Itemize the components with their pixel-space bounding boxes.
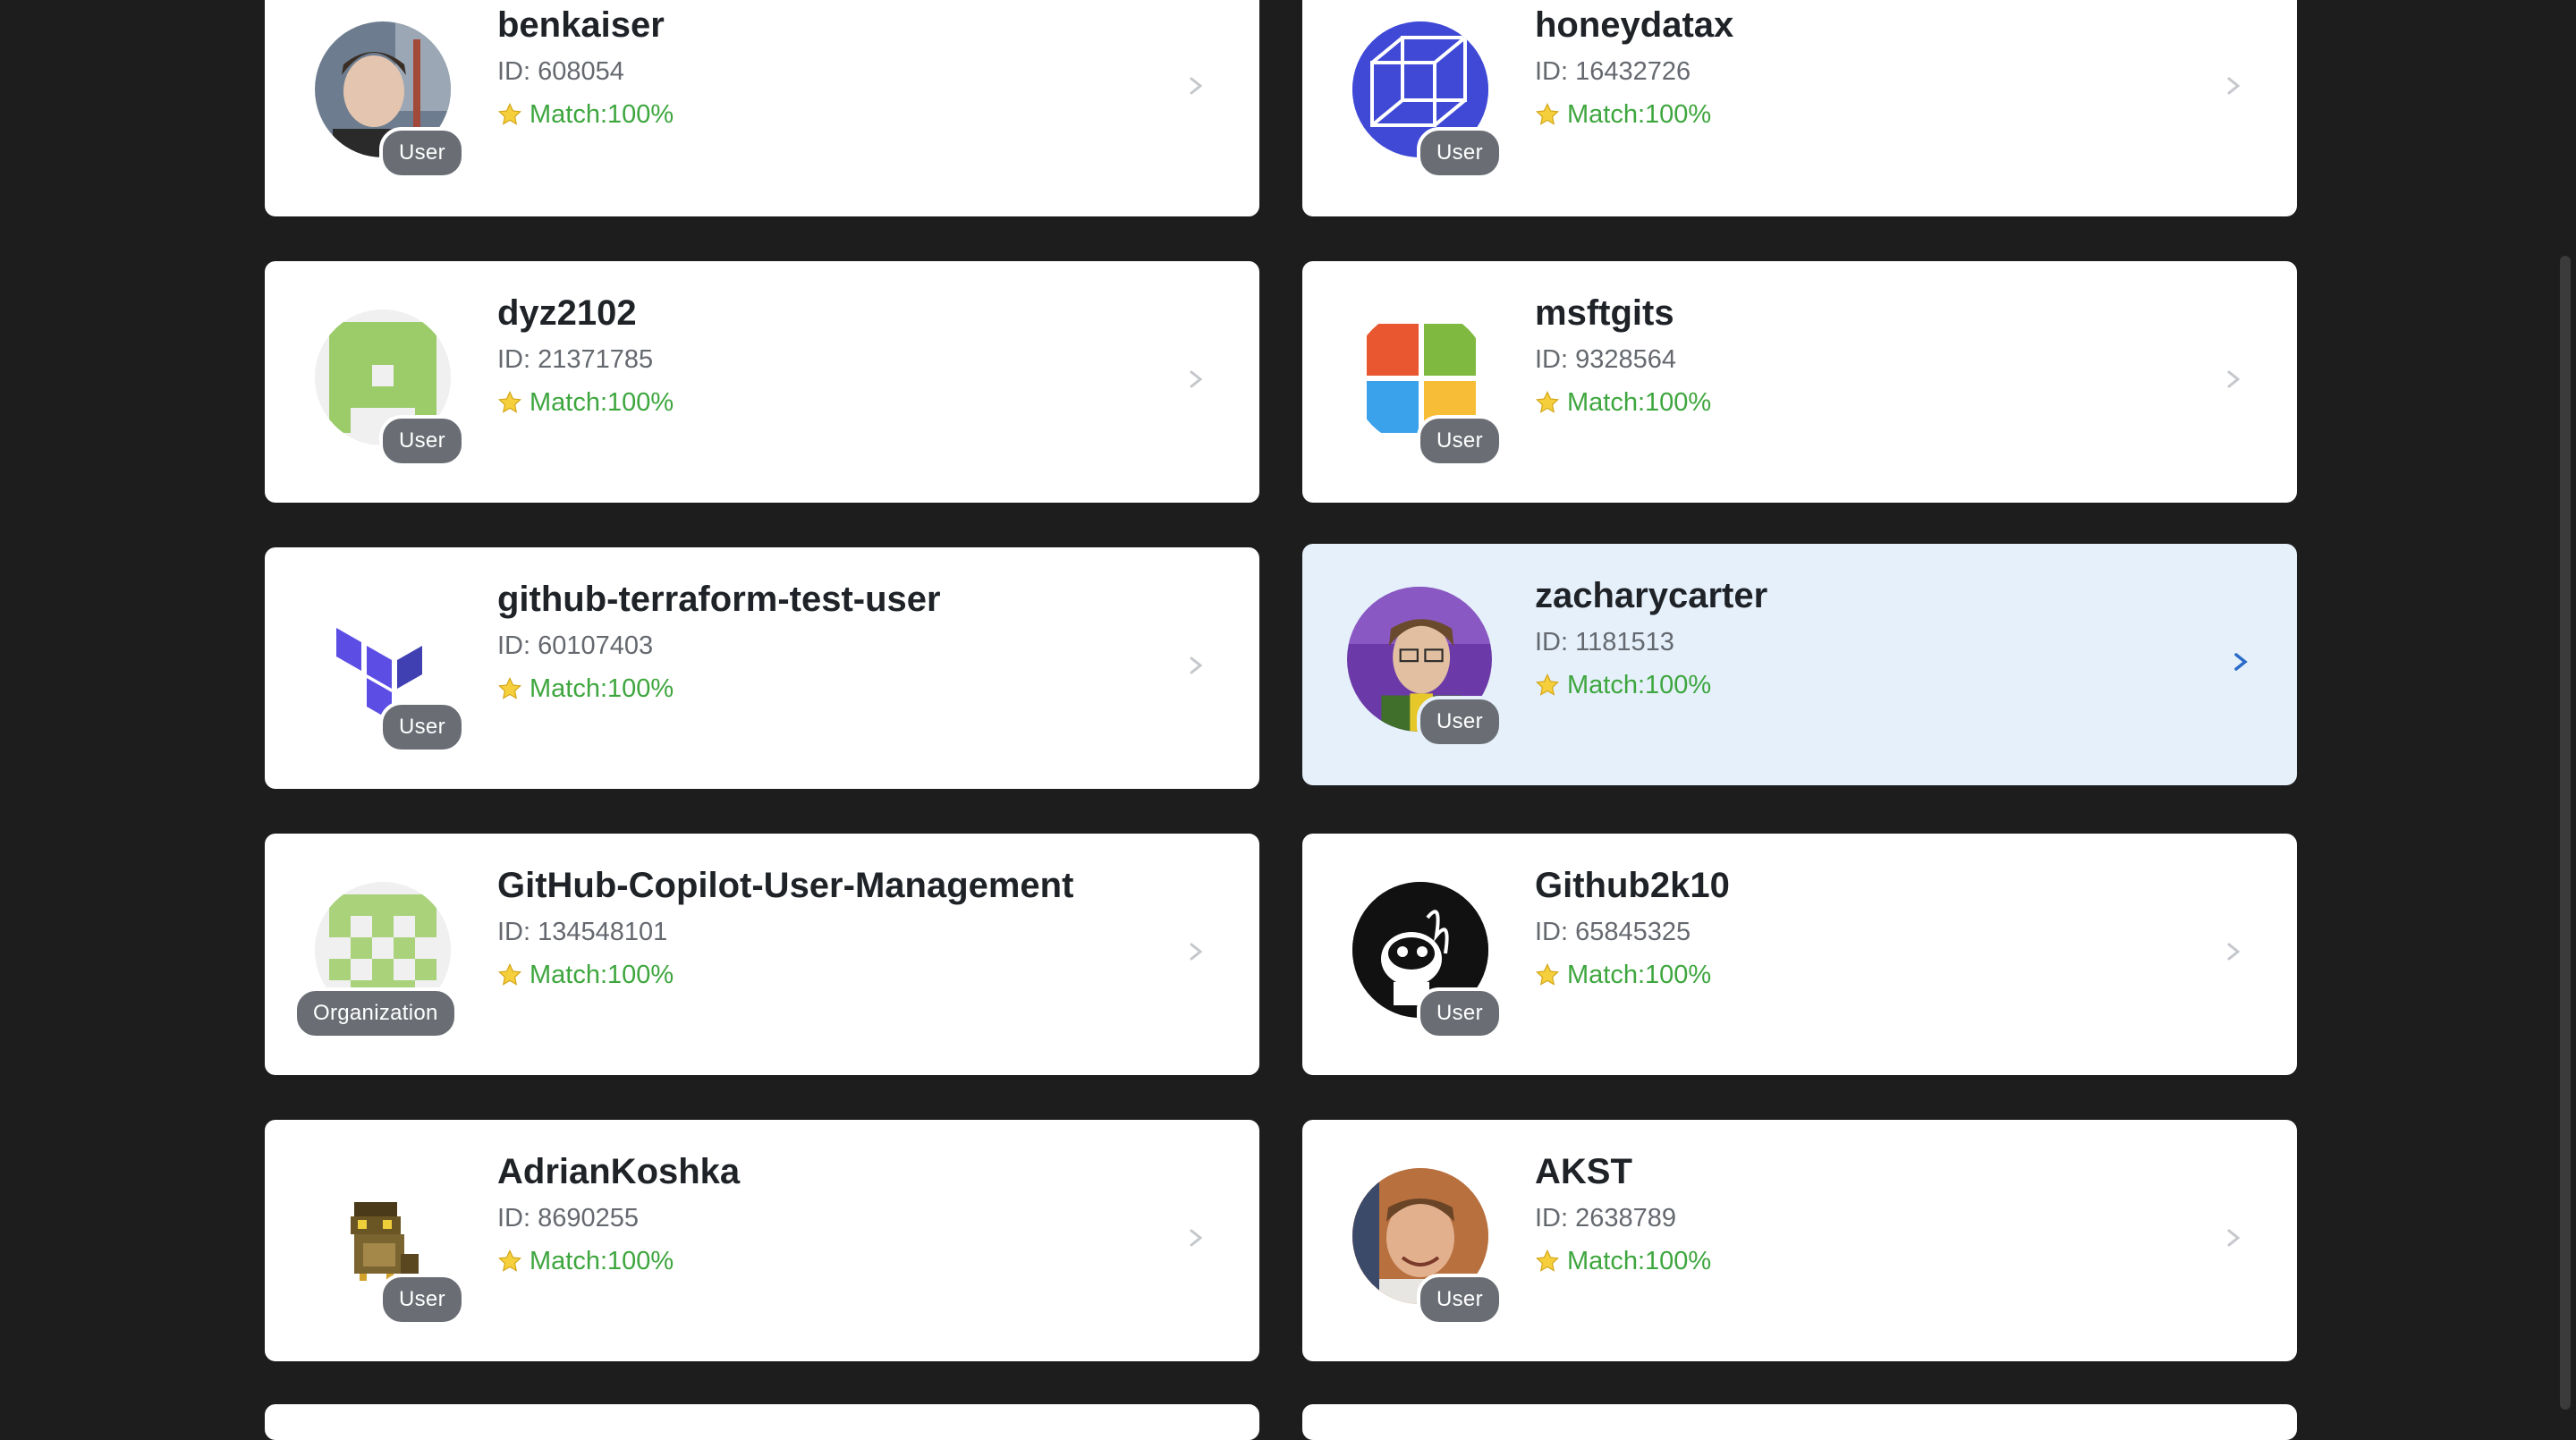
user-id: ID: 60107403 xyxy=(497,631,654,660)
result-card[interactable] xyxy=(1302,1404,2297,1440)
avatar-container: User xyxy=(1347,587,1503,748)
scrollbar-thumb[interactable] xyxy=(2560,256,2571,1410)
result-card[interactable]: User Github2k10 ID: 65845325 Match: 100% xyxy=(1302,834,2297,1075)
match-score: Match: 100% xyxy=(1535,957,1730,993)
result-info: AKST ID: 2638789 Match: 100% xyxy=(1535,1147,1711,1279)
result-card[interactable]: Organization GitHub-Copilot-User-Managem… xyxy=(265,834,1259,1075)
account-type-badge: Organization xyxy=(293,987,458,1039)
match-score: Match: 100% xyxy=(1535,97,1733,132)
avatar-container: User xyxy=(1352,1168,1503,1326)
match-score: Match: 100% xyxy=(497,957,1073,993)
match-score: Match: 100% xyxy=(497,97,674,132)
result-info: benkaiser ID: 608054 Match: 100% xyxy=(497,0,674,132)
user-id: ID: 608054 xyxy=(497,57,624,86)
account-type-badge: User xyxy=(1417,1274,1503,1326)
avatar-container: User xyxy=(315,21,465,179)
results-grid: User benkaiser ID: 608054 Match: 100% Us… xyxy=(0,0,2576,1440)
chevron-right-icon[interactable] xyxy=(2220,1220,2247,1256)
star-icon xyxy=(498,676,521,699)
result-card[interactable] xyxy=(265,1404,1259,1440)
result-info: AdrianKoshka ID: 8690255 Match: 100% xyxy=(497,1147,740,1279)
username: honeydatax xyxy=(1535,5,1734,45)
result-card[interactable]: User AKST ID: 2638789 Match: 100% xyxy=(1302,1120,2297,1361)
user-id: ID: 9328564 xyxy=(1535,345,1677,374)
user-id: ID: 16432726 xyxy=(1535,57,1691,86)
avatar-container: User xyxy=(1352,309,1503,467)
star-icon xyxy=(498,962,521,986)
result-card[interactable]: User benkaiser ID: 608054 Match: 100% xyxy=(265,0,1259,216)
account-type-badge: User xyxy=(1417,127,1503,179)
account-type-badge: User xyxy=(1417,415,1503,467)
username: github-terraform-test-user xyxy=(497,580,941,619)
avatar-container: User xyxy=(315,309,465,467)
star-icon xyxy=(1536,962,1559,986)
match-score: Match: 100% xyxy=(1535,385,1711,420)
match-score: Match: 100% xyxy=(497,385,674,420)
avatar-container: User xyxy=(1352,21,1503,179)
chevron-right-icon[interactable] xyxy=(1182,1220,1209,1256)
scrollbar[interactable] xyxy=(2555,0,2576,1410)
username: benkaiser xyxy=(497,5,665,45)
username: AKST xyxy=(1535,1152,1632,1191)
star-icon xyxy=(1536,1249,1559,1272)
user-id: ID: 2638789 xyxy=(1535,1204,1677,1232)
username: Github2k10 xyxy=(1535,866,1730,905)
result-info: Github2k10 ID: 65845325 Match: 100% xyxy=(1535,860,1730,993)
avatar-container: User xyxy=(315,596,465,753)
result-info: GitHub-Copilot-User-Management ID: 13454… xyxy=(497,860,1073,993)
result-card[interactable]: User honeydatax ID: 16432726 Match: 100% xyxy=(1302,0,2297,216)
account-type-badge: User xyxy=(379,127,465,179)
star-icon xyxy=(498,102,521,125)
result-info: github-terraform-test-user ID: 60107403 … xyxy=(497,574,941,707)
user-id: ID: 1181513 xyxy=(1535,628,1674,656)
result-card[interactable]: User github-terraform-test-user ID: 6010… xyxy=(265,547,1259,789)
account-type-badge: User xyxy=(379,415,465,467)
chevron-right-icon[interactable] xyxy=(1182,361,1209,397)
match-score: Match: 100% xyxy=(497,671,941,707)
user-id: ID: 21371785 xyxy=(497,345,654,374)
chevron-right-icon[interactable] xyxy=(2220,361,2247,397)
avatar-container: User xyxy=(1352,882,1503,1039)
result-info: msftgits ID: 9328564 Match: 100% xyxy=(1535,288,1711,420)
star-icon xyxy=(1536,673,1559,696)
user-id: ID: 134548101 xyxy=(497,918,668,946)
avatar-container: Organization xyxy=(293,882,458,1039)
username: zacharycarter xyxy=(1535,576,1768,615)
match-score: Match: 100% xyxy=(497,1243,740,1279)
chevron-right-icon[interactable] xyxy=(2220,934,2247,970)
chevron-right-icon[interactable] xyxy=(1182,68,1209,104)
result-card[interactable]: User AdrianKoshka ID: 8690255 Match: 100… xyxy=(265,1120,1259,1361)
username: AdrianKoshka xyxy=(497,1152,741,1191)
star-icon xyxy=(1536,102,1559,125)
account-type-badge: User xyxy=(1417,696,1503,748)
match-score: Match: 100% xyxy=(1535,667,1767,703)
star-icon xyxy=(1536,390,1559,413)
chevron-right-icon[interactable] xyxy=(2220,68,2247,104)
chevron-right-icon[interactable] xyxy=(1182,934,1209,970)
result-card[interactable]: User dyz2102 ID: 21371785 Match: 100% xyxy=(265,261,1259,503)
match-score: Match: 100% xyxy=(1535,1243,1711,1279)
account-type-badge: User xyxy=(379,1274,465,1326)
star-icon xyxy=(498,390,521,413)
account-type-badge: User xyxy=(379,701,465,753)
username: GitHub-Copilot-User-Management xyxy=(497,866,1074,905)
avatar-container: User xyxy=(315,1168,465,1326)
result-info: honeydatax ID: 16432726 Match: 100% xyxy=(1535,0,1733,132)
result-card[interactable]: User msftgits ID: 9328564 Match: 100% xyxy=(1302,261,2297,503)
result-card-selected[interactable]: User zacharycarter ID: 1181513 Match: 10… xyxy=(1302,544,2297,785)
chevron-right-icon[interactable] xyxy=(2227,644,2254,680)
result-info: zacharycarter ID: 1181513 Match: 100% xyxy=(1535,571,1767,703)
account-type-badge: User xyxy=(1417,987,1503,1039)
result-info: dyz2102 ID: 21371785 Match: 100% xyxy=(497,288,674,420)
star-icon xyxy=(498,1249,521,1272)
username: dyz2102 xyxy=(497,293,637,333)
user-id: ID: 65845325 xyxy=(1535,918,1691,946)
username: msftgits xyxy=(1535,293,1674,333)
user-id: ID: 8690255 xyxy=(497,1204,640,1232)
chevron-right-icon[interactable] xyxy=(1182,648,1209,683)
